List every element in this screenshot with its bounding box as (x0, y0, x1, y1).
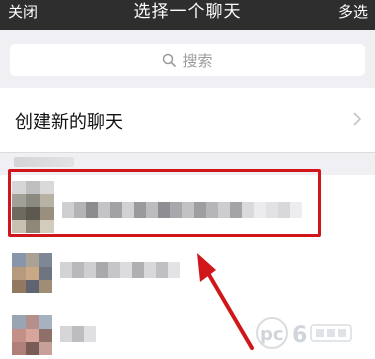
search-input[interactable]: 搜索 (10, 44, 365, 76)
blurred-chat-name (60, 326, 96, 342)
page-title: 选择一个聊天 (133, 2, 242, 22)
svg-text:pc: pc (260, 324, 284, 345)
blurred-chat-name (60, 262, 180, 278)
highlight-box (8, 169, 321, 237)
search-area: 搜索 (0, 30, 375, 88)
create-new-chat-row[interactable]: 创建新的聊天 (0, 88, 375, 153)
multi-select-button[interactable]: 多选 (338, 0, 368, 24)
svg-text:6: 6 (292, 323, 307, 348)
search-icon (163, 53, 177, 67)
watermark-logo: pc 6 (256, 317, 352, 349)
create-new-chat-label: 创建新的聊天 (15, 112, 123, 133)
blurred-section-title (14, 157, 74, 167)
search-placeholder: 搜索 (182, 51, 213, 70)
avatar (12, 315, 52, 355)
chat-list-item[interactable] (0, 243, 375, 301)
chevron-right-icon (353, 112, 361, 126)
avatar (12, 253, 52, 293)
nav-bar: 关闭 选择一个聊天 多选 (0, 0, 375, 30)
